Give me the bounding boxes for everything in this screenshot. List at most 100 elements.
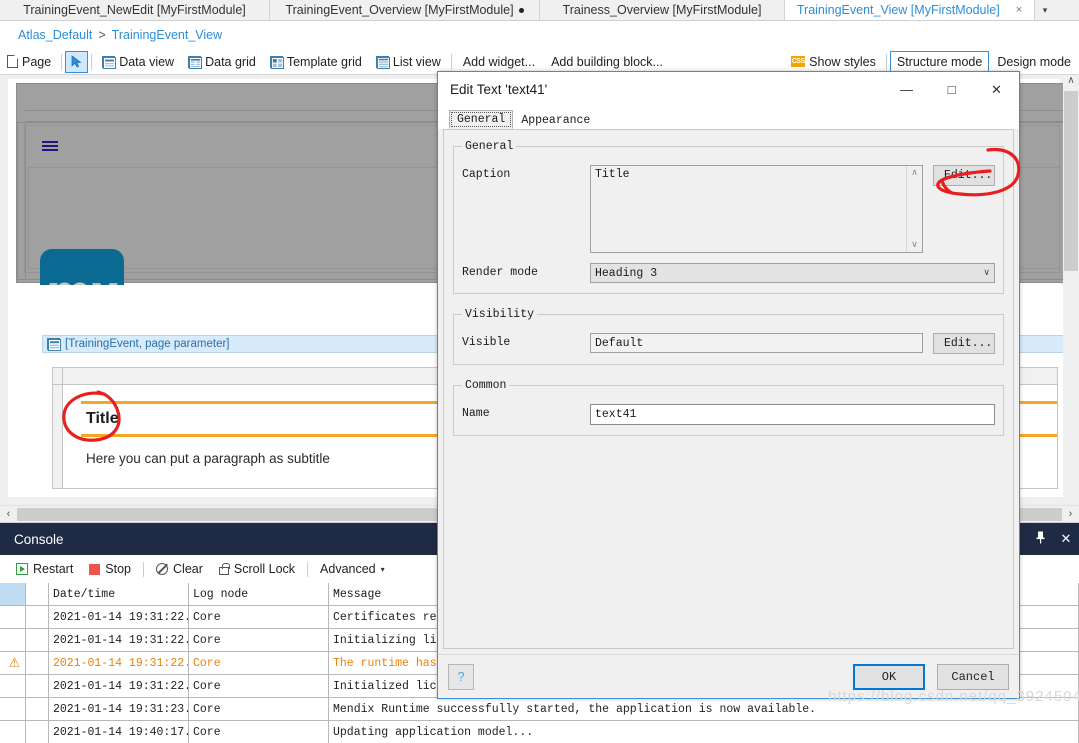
toolbar-data-view-button[interactable]: Data view [95, 51, 181, 73]
column-header-icon[interactable] [0, 583, 26, 606]
document-tab-2[interactable]: Trainess_Overview [MyFirstModule] [540, 0, 785, 20]
toolbar-show-styles-button[interactable]: CSS Show styles [784, 51, 883, 73]
document-tab-label: TrainingEvent_Overview [MyFirstModule] [285, 3, 513, 17]
ok-button[interactable]: OK [853, 664, 925, 690]
toolbar-add-widget-button[interactable]: Add widget... [455, 55, 543, 69]
caption-scrollbar[interactable]: ∧ ∨ [906, 166, 922, 252]
row-selector[interactable] [26, 675, 49, 698]
hamburger-menu-icon[interactable] [42, 141, 58, 153]
row-datetime: 2021-01-14 19:31:23... [49, 698, 189, 721]
visible-label: Visible [462, 333, 590, 349]
row-datetime: 2021-01-14 19:31:22... [49, 675, 189, 698]
table-row[interactable]: 2021-01-14 19:40:17... Core Updating app… [0, 721, 1079, 743]
row-level-icon [0, 629, 26, 652]
document-tab-1[interactable]: TrainingEvent_Overview [MyFirstModule] [270, 0, 540, 20]
scroll-up-icon[interactable]: ∧ [911, 166, 918, 180]
document-tab-3[interactable]: TrainingEvent_View [MyFirstModule] × [785, 0, 1035, 20]
tab-appearance[interactable]: Appearance [513, 111, 598, 129]
row-lognode: Core [189, 721, 329, 743]
toolbar-add-building-block-button[interactable]: Add building block... [543, 55, 671, 69]
breadcrumb-root[interactable]: Atlas_Default [18, 28, 92, 42]
toolbar-divider [91, 54, 92, 70]
minimize-icon[interactable]: — [884, 73, 929, 107]
caption-textarea[interactable]: Title ∧ ∨ [590, 165, 923, 253]
column-header-select[interactable] [26, 583, 49, 606]
column-header-lognode[interactable]: Log node [189, 583, 329, 606]
row-selector[interactable] [26, 698, 49, 721]
toolbar-page-label: Page [22, 55, 51, 69]
scroll-down-icon[interactable]: ∨ [911, 238, 918, 252]
pin-icon[interactable] [1027, 531, 1053, 547]
vertical-scroll-thumb[interactable] [1064, 91, 1078, 271]
visible-value-field[interactable]: Default [590, 333, 923, 353]
toolbar-data-grid-label: Data grid [205, 55, 256, 69]
row-level-icon [0, 675, 26, 698]
breadcrumb-current[interactable]: TrainingEvent_View [112, 28, 222, 42]
column-header-datetime[interactable]: Date/time [49, 583, 189, 606]
render-mode-label: Render mode [462, 263, 590, 279]
scroll-up-icon[interactable]: ∧ [1063, 75, 1079, 91]
caption-label: Caption [462, 165, 590, 181]
console-advanced-button[interactable]: Advanced ▾ [312, 562, 393, 576]
edit-text-dialog[interactable]: Edit Text 'text41' — □ ✕ General Appeara… [437, 71, 1020, 699]
cancel-button[interactable]: Cancel [937, 664, 1009, 690]
close-icon[interactable]: ✕ [1053, 531, 1079, 547]
row-level-icon [0, 721, 26, 743]
template-grid-icon [270, 56, 283, 68]
console-restart-button[interactable]: Restart [8, 562, 81, 576]
visible-edit-button[interactable]: Edit... [933, 333, 995, 354]
common-group: Common Name text41 [453, 379, 1004, 436]
template-grid-corner [53, 368, 63, 384]
subtitle-text-widget[interactable]: Here you can put a paragraph as subtitle [86, 451, 330, 466]
toolbar-list-view-button[interactable]: List view [369, 51, 448, 73]
chevron-down-icon[interactable]: ▾ [1035, 0, 1055, 20]
console-stop-button[interactable]: Stop [81, 562, 139, 576]
toolbar-pointer-tool[interactable] [65, 51, 88, 73]
toolbar-template-grid-button[interactable]: Template grid [263, 51, 369, 73]
document-tab-0[interactable]: TrainingEvent_NewEdit [MyFirstModule] [0, 0, 270, 20]
scroll-left-icon[interactable]: ‹ [0, 508, 17, 520]
pointer-icon [70, 55, 83, 68]
toolbar-structure-mode-toggle[interactable]: Structure mode [890, 51, 989, 72]
document-tab-label: Trainess_Overview [MyFirstModule] [563, 3, 762, 17]
template-grid-row-gutter [53, 385, 63, 488]
render-mode-value: Heading 3 [595, 267, 657, 280]
restart-icon [16, 563, 28, 575]
render-mode-select[interactable]: Heading 3 ∨ [590, 263, 995, 283]
caption-row: Caption Title ∧ ∨ Edit... [462, 165, 995, 253]
css-icon: CSS [791, 56, 805, 67]
visibility-group: Visibility Visible Default Edit... [453, 308, 1004, 365]
caption-edit-button[interactable]: Edit... [933, 165, 995, 186]
name-input[interactable]: text41 [590, 404, 995, 425]
maximize-icon[interactable]: □ [929, 73, 974, 107]
console-scroll-lock-button[interactable]: Scroll Lock [211, 562, 303, 576]
row-selector[interactable] [26, 606, 49, 629]
console-clear-label: Clear [173, 562, 203, 576]
help-button[interactable]: ? [448, 664, 474, 690]
close-icon[interactable]: × [1016, 4, 1022, 16]
editor-vertical-scrollbar[interactable]: ∧ [1063, 75, 1079, 505]
toolbar-page-button[interactable]: Page [0, 51, 58, 73]
toolbar-divider [61, 54, 62, 70]
close-icon[interactable]: ✕ [974, 73, 1019, 107]
row-level-icon [0, 698, 26, 721]
row-selector[interactable] [26, 652, 49, 675]
row-datetime: 2021-01-14 19:31:22... [49, 629, 189, 652]
row-lognode: Core [189, 675, 329, 698]
toolbar-divider [451, 54, 452, 70]
general-group-legend: General [462, 140, 516, 153]
scroll-right-icon[interactable]: › [1062, 508, 1079, 520]
toolbar-data-grid-button[interactable]: Data grid [181, 51, 263, 73]
console-toolbar-divider [307, 562, 308, 577]
tab-general[interactable]: General [449, 110, 513, 129]
row-selector[interactable] [26, 629, 49, 652]
modified-indicator-icon [519, 8, 524, 13]
row-selector[interactable] [26, 721, 49, 743]
breadcrumb-separator: > [98, 28, 105, 42]
caption-value: Title [595, 168, 630, 181]
toolbar-design-mode-toggle[interactable]: Design mode [989, 55, 1079, 69]
table-row[interactable]: 2021-01-14 19:31:23... Core Mendix Runti… [0, 698, 1079, 721]
console-clear-button[interactable]: Clear [148, 562, 211, 576]
visibility-group-legend: Visibility [462, 308, 537, 321]
data-grid-icon [188, 56, 201, 68]
